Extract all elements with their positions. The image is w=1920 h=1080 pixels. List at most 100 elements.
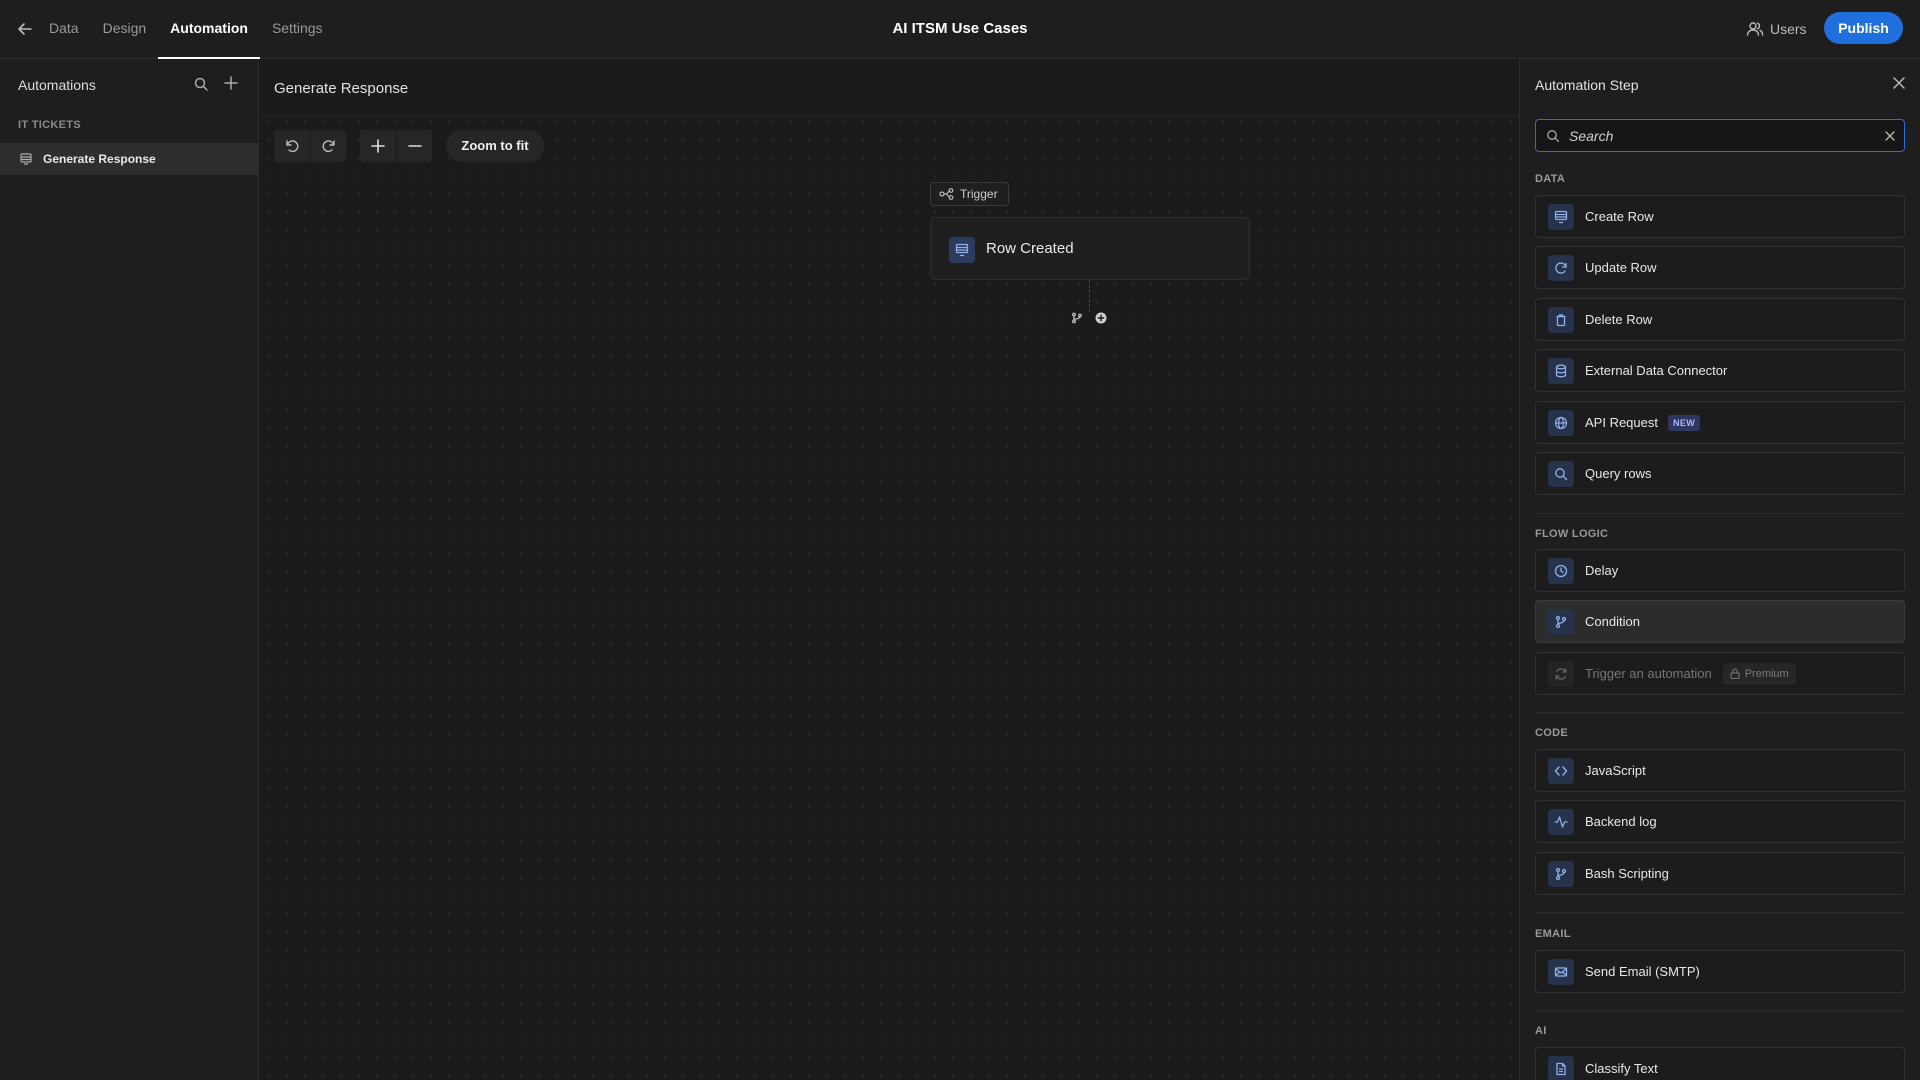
panel-title: Automation Step [1535, 77, 1639, 93]
section-label-data: DATA [1535, 173, 1566, 185]
add-step-icon[interactable] [1095, 312, 1107, 324]
trash-icon [1548, 306, 1574, 333]
step-query-rows[interactable]: Query rows [1535, 452, 1905, 495]
step-delete-row[interactable]: Delete Row [1535, 298, 1905, 341]
step-label: Create Row [1585, 209, 1654, 224]
publish-button[interactable]: Publish [1824, 12, 1903, 44]
step-bash-scripting[interactable]: Bash Scripting [1535, 852, 1905, 895]
premium-label: Premium [1744, 667, 1789, 680]
tab-settings[interactable]: Settings [260, 0, 335, 59]
refresh-icon [1548, 254, 1574, 281]
step-label: Bash Scripting [1585, 866, 1669, 881]
redo-icon [321, 138, 337, 154]
section-label-email: EMAIL [1535, 928, 1571, 940]
zoom-in-button[interactable] [360, 130, 396, 162]
table-rows-icon [20, 153, 32, 165]
step-label: Backend log [1585, 814, 1657, 829]
globe-icon [1548, 409, 1574, 436]
automation-step-panel: Automation Step DATA Create Row Update R… [1519, 59, 1920, 1080]
git-branch-icon [1548, 860, 1574, 887]
search-icon [1546, 129, 1560, 143]
search-input[interactable] [1569, 120, 1869, 151]
branch-icon[interactable] [1071, 312, 1083, 324]
step-external-data-connector[interactable]: External Data Connector [1535, 349, 1905, 392]
node-add-controls [1058, 306, 1120, 330]
step-javascript[interactable]: JavaScript [1535, 749, 1905, 792]
sidebar-item-label: Generate Response [43, 152, 156, 166]
search-icon[interactable] [193, 76, 209, 92]
minus-icon [407, 139, 422, 153]
step-label: Delay [1585, 563, 1619, 578]
step-label: Trigger an automation [1585, 666, 1712, 681]
step-label: External Data Connector [1585, 363, 1728, 378]
add-automation-icon[interactable] [222, 74, 240, 92]
section-divider [1535, 513, 1905, 514]
sidebar-section-label: IT TICKETS [18, 119, 81, 131]
tab-automation[interactable]: Automation [158, 0, 260, 59]
step-label: Update Row [1585, 260, 1657, 275]
step-search-field [1535, 119, 1905, 152]
zoom-to-fit-button[interactable]: Zoom to fit [446, 130, 544, 162]
nav-tabs: Data Design Automation Settings [49, 0, 335, 59]
sidebar-item-generate-response[interactable]: Generate Response [0, 143, 258, 175]
app-title: AI ITSM Use Cases [892, 20, 1028, 37]
users-icon [1746, 21, 1764, 37]
search-icon [1548, 460, 1574, 487]
clock-icon [1548, 557, 1574, 584]
back-arrow-icon[interactable] [16, 20, 34, 38]
step-create-row[interactable]: Create Row [1535, 195, 1905, 238]
step-label: Condition [1585, 614, 1640, 629]
undo-button[interactable] [274, 130, 310, 162]
database-icon [1548, 357, 1574, 384]
zoom-controls [360, 130, 432, 162]
step-condition[interactable]: Condition [1535, 600, 1905, 643]
new-badge: NEW [1668, 414, 1701, 431]
step-label: JavaScript [1585, 763, 1646, 778]
redo-button[interactable] [310, 130, 346, 162]
section-divider [1535, 712, 1905, 713]
section-divider [1535, 912, 1905, 913]
step-update-row[interactable]: Update Row [1535, 246, 1905, 289]
trigger-tag: Trigger [930, 182, 1009, 206]
top-bar: Data Design Automation Settings AI ITSM … [0, 0, 1920, 59]
section-label-ai: AI [1535, 1025, 1547, 1037]
tab-data[interactable]: Data [49, 0, 91, 59]
step-api-request[interactable]: API Request NEW [1535, 401, 1905, 444]
section-label-flow-logic: FLOW LOGIC [1535, 528, 1609, 540]
step-backend-log[interactable]: Backend log [1535, 800, 1905, 843]
trigger-icon [939, 188, 954, 200]
users-label: Users [1770, 21, 1807, 37]
step-label: Delete Row [1585, 312, 1653, 327]
premium-badge: Premium [1722, 662, 1796, 685]
step-label: Classify Text [1585, 1061, 1658, 1076]
users-button[interactable]: Users [1746, 18, 1807, 40]
step-label: API Request [1585, 415, 1658, 430]
section-label-code: CODE [1535, 727, 1568, 739]
step-classify-text[interactable]: Classify Text [1535, 1047, 1905, 1080]
canvas-header: Generate Response [260, 59, 1519, 117]
git-branch-icon [1548, 608, 1574, 635]
clear-search-icon[interactable] [1884, 130, 1896, 142]
tab-design[interactable]: Design [91, 0, 159, 59]
step-label: Query rows [1585, 466, 1652, 481]
node-label: Row Created [986, 240, 1074, 257]
code-icon [1548, 757, 1574, 784]
lock-icon [1730, 668, 1740, 679]
canvas-title: Generate Response [274, 80, 409, 97]
automation-canvas[interactable]: Generate Response Zoom to fit Trigger Ro… [260, 59, 1519, 1080]
close-icon[interactable] [1891, 75, 1907, 91]
section-divider [1535, 1010, 1905, 1011]
sidebar-title: Automations [18, 77, 96, 93]
row-created-node[interactable]: Row Created [930, 217, 1250, 280]
sync-icon [1548, 660, 1574, 687]
step-trigger-an-automation: Trigger an automation Premium [1535, 652, 1905, 695]
step-delay[interactable]: Delay [1535, 549, 1905, 592]
zoom-out-button[interactable] [396, 130, 432, 162]
activity-icon [1548, 808, 1574, 835]
document-icon [1548, 1055, 1574, 1080]
step-label: Send Email (SMTP) [1585, 964, 1700, 979]
step-send-email-smtp[interactable]: Send Email (SMTP) [1535, 950, 1905, 993]
table-rows-icon [1548, 203, 1574, 230]
plus-icon [371, 139, 385, 153]
history-controls [274, 130, 346, 162]
